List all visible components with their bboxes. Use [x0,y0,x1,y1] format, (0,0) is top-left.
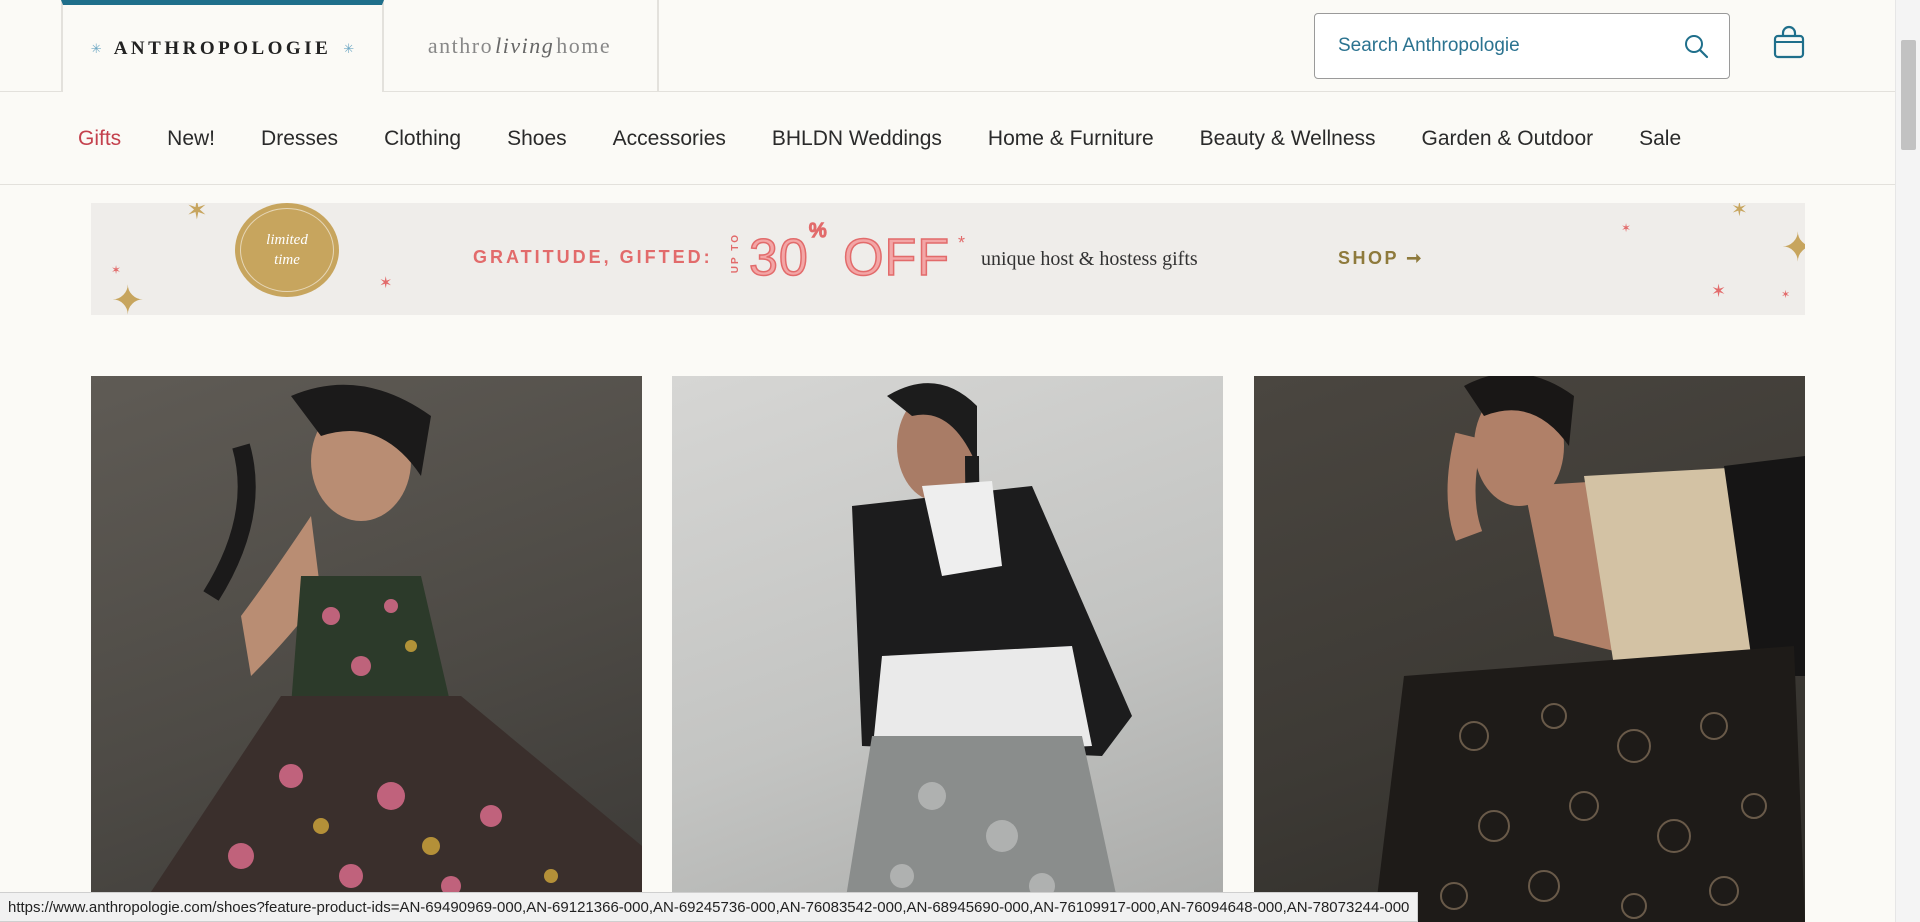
sparkle-icon: ✦ [111,279,145,315]
nav-item-dresses[interactable]: Dresses [261,127,338,151]
nav-item-accessories[interactable]: Accessories [613,127,726,151]
nav-item-new[interactable]: New! [167,127,215,151]
discount-percent-sign: % [808,219,828,243]
search-box[interactable] [1314,13,1730,79]
nav-item-beauty-wellness[interactable]: Beauty & Wellness [1200,127,1376,151]
discount-amount: 30% OFF [748,219,951,288]
anthropologie-logo: ANTHROPOLOGIE [113,37,332,59]
logo-part-anthro: anthro [427,33,494,58]
up-to-label: UP TO [730,233,741,274]
sparkle-icon: ✶ [1731,203,1748,221]
sparkle-icon: ✦ [1781,226,1805,270]
model-silhouette [131,384,642,922]
nav-item-shoes[interactable]: Shoes [507,127,567,151]
status-url: https://www.anthropologie.com/shoes?feat… [8,898,1410,916]
nav-item-clothing[interactable]: Clothing [384,127,461,151]
nav-item-sale[interactable]: Sale [1639,127,1681,151]
shop-link[interactable]: SHOP ➞ [1338,248,1424,269]
product-image-leather-jacket[interactable] [672,376,1223,922]
disclaimer-asterisk: * [958,233,966,253]
logo-part-home: home [556,33,612,58]
promo-banner[interactable]: ✦ ✶ ✶ ✶ ✶ ✦ ✶ ✶ ✶ limited time GRATITUDE… [91,203,1805,315]
limited-time-badge: limited time [235,203,339,297]
shopping-bag-icon[interactable] [1772,24,1806,60]
product-image-floral-dress[interactable] [91,376,642,922]
model-silhouette [1374,376,1805,922]
star-icon: ✳ [343,40,355,56]
discount-off-label: OFF [827,228,951,288]
nav-item-garden-outdoor[interactable]: Garden & Outdoor [1422,127,1594,151]
sparkle-icon: ✶ [111,263,122,277]
anthro-living-home-logo: anthrolivinghome [428,33,611,59]
nav-item-gifts[interactable]: Gifts [78,127,121,151]
badge-line-1: limited [266,232,308,248]
star-icon: ✳ [90,40,102,56]
model-silhouette [842,383,1132,922]
scrollbar-thumb[interactable] [1901,40,1916,150]
banner-headline: GRATITUDE, GIFTED: [473,247,713,267]
sparkle-icon: ✶ [186,203,208,225]
banner-subline: unique host & hostess gifts [981,248,1198,270]
anthro-living-home-brand-tab[interactable]: anthrolivinghome [382,0,659,92]
product-image-lace-pants[interactable] [1254,376,1805,922]
sparkle-icon: ✶ [1711,281,1727,301]
search-icon[interactable] [1683,33,1709,59]
main-navigation: Gifts New! Dresses Clothing Shoes Access… [0,93,1895,185]
page: ✳ ANTHROPOLOGIE ✳ anthrolivinghome Gifts… [0,0,1920,922]
sparkle-icon: ✶ [1781,289,1791,301]
sparkle-icon: ✶ [379,275,393,292]
site-header: ✳ ANTHROPOLOGIE ✳ anthrolivinghome [0,0,1895,92]
search-input[interactable] [1338,35,1683,57]
badge-line-2: time [274,252,300,268]
discount-value: 30 [748,228,809,288]
anthropologie-brand-tab[interactable]: ✳ ANTHROPOLOGIE ✳ [61,0,384,92]
browser-status-bar: https://www.anthropologie.com/shoes?feat… [0,892,1419,922]
sparkle-icon: ✶ [1621,221,1632,235]
nav-item-bhldn-weddings[interactable]: BHLDN Weddings [772,127,942,151]
logo-part-living: living [495,33,555,58]
nav-item-home-furniture[interactable]: Home & Furniture [988,127,1154,151]
vertical-scrollbar[interactable] [1895,0,1920,922]
